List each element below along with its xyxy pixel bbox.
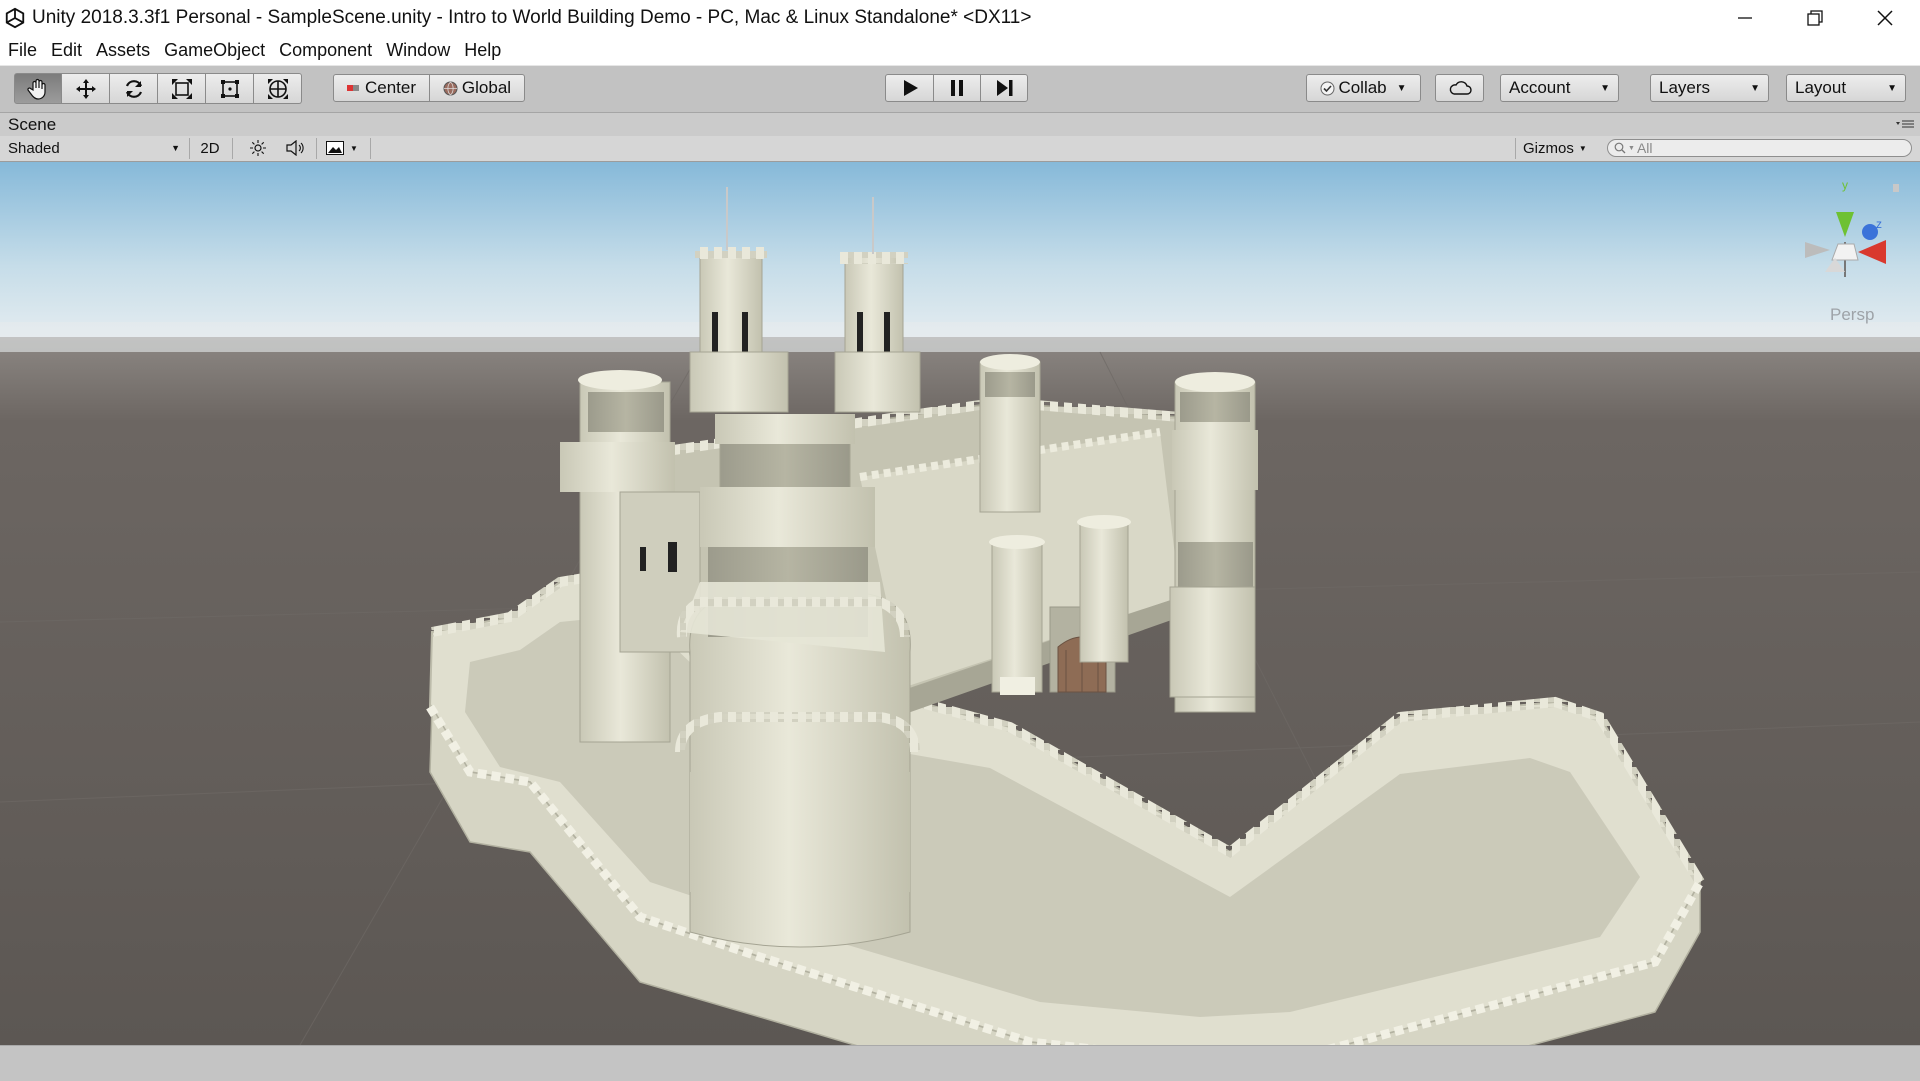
close-button[interactable] bbox=[1850, 0, 1920, 35]
menu-component[interactable]: Component bbox=[272, 40, 379, 61]
divider bbox=[189, 138, 190, 159]
menu-assets[interactable]: Assets bbox=[89, 40, 157, 61]
layers-dropdown[interactable]: Layers ▼ bbox=[1650, 74, 1769, 102]
cloud-button[interactable] bbox=[1435, 74, 1484, 102]
transform-tool-button[interactable] bbox=[254, 73, 302, 104]
hand-tool-button[interactable] bbox=[14, 73, 62, 104]
chevron-down-icon: ▼ bbox=[1396, 82, 1407, 94]
scene-toolbar: Shaded ▼ 2D ▼ Gizmos ▼ ▼ All bbox=[0, 136, 1920, 162]
pivot-center-icon bbox=[346, 85, 359, 91]
gizmos-label: Gizmos bbox=[1523, 139, 1574, 157]
effects-dropdown[interactable]: ▼ bbox=[326, 138, 366, 158]
pivot-mode-label: Center bbox=[364, 78, 417, 97]
layout-dropdown[interactable]: Layout ▼ bbox=[1786, 74, 1906, 102]
search-placeholder: All bbox=[1636, 140, 1653, 156]
chevron-down-icon: ▼ bbox=[171, 143, 180, 153]
gizmo-z-label: z bbox=[1876, 217, 1882, 231]
search-icon bbox=[1614, 142, 1626, 154]
middle-tower bbox=[979, 354, 1041, 513]
menu-edit[interactable]: Edit bbox=[44, 40, 89, 61]
move-tool-button[interactable] bbox=[62, 73, 110, 104]
image-icon bbox=[326, 141, 344, 155]
pivot-rotation-label: Global bbox=[461, 78, 512, 97]
pause-icon bbox=[951, 80, 963, 96]
transform-icon bbox=[267, 78, 288, 99]
rotate-icon bbox=[125, 79, 142, 98]
account-dropdown[interactable]: Account ▼ bbox=[1500, 74, 1619, 102]
play-button[interactable] bbox=[885, 74, 934, 102]
projection-label[interactable]: Persp bbox=[1830, 305, 1874, 325]
account-label: Account bbox=[1509, 78, 1571, 97]
draw-mode-dropdown[interactable]: Shaded ▼ bbox=[8, 138, 180, 158]
chevron-down-icon: ▼ bbox=[1628, 144, 1635, 152]
main-toolbar: Center Global Collab ▼ Account ▼ Layers … bbox=[0, 66, 1920, 113]
menu-window[interactable]: Window bbox=[379, 40, 457, 61]
restore-button[interactable] bbox=[1780, 0, 1850, 35]
tab-menu-icon[interactable] bbox=[1896, 119, 1914, 131]
chevron-down-icon: ▼ bbox=[1750, 82, 1760, 94]
move-icon bbox=[75, 78, 96, 99]
pause-button[interactable] bbox=[933, 74, 981, 102]
status-bar bbox=[0, 1045, 1920, 1081]
divider bbox=[370, 138, 371, 159]
restore-icon bbox=[1807, 9, 1823, 26]
chevron-down-icon: ▼ bbox=[1578, 143, 1587, 153]
rect-transform-icon bbox=[220, 79, 239, 98]
pivot-rotation-button[interactable]: Global bbox=[429, 74, 525, 102]
menu-help[interactable]: Help bbox=[457, 40, 508, 61]
check-circle-icon bbox=[1320, 81, 1335, 95]
sun-icon bbox=[250, 140, 266, 156]
scene-viewport[interactable]: y z Persp bbox=[0, 162, 1920, 1045]
rotate-tool-button[interactable] bbox=[110, 73, 158, 104]
chevron-down-icon: ▼ bbox=[350, 143, 358, 153]
play-icon bbox=[903, 80, 918, 96]
scale-tool-button[interactable] bbox=[158, 73, 206, 104]
step-button[interactable] bbox=[980, 74, 1028, 102]
divider bbox=[232, 138, 233, 159]
chevron-down-icon: ▼ bbox=[1600, 82, 1610, 94]
rect-tool-button[interactable] bbox=[206, 73, 254, 104]
minimize-button[interactable] bbox=[1710, 0, 1780, 35]
collab-button[interactable]: Collab ▼ bbox=[1306, 74, 1421, 102]
globe-icon bbox=[443, 81, 458, 95]
menu-gameobject[interactable]: GameObject bbox=[157, 40, 272, 61]
gizmos-dropdown[interactable]: Gizmos ▼ bbox=[1523, 138, 1593, 158]
audio-toggle[interactable] bbox=[285, 138, 307, 158]
window-title: Unity 2018.3.3f1 Personal - SampleScene.… bbox=[32, 6, 1032, 28]
minimize-icon bbox=[1738, 16, 1752, 19]
unity-logo-icon bbox=[5, 7, 25, 28]
lighting-toggle[interactable] bbox=[248, 138, 268, 158]
menu-bar: File Edit Assets GameObject Component Wi… bbox=[0, 35, 1920, 66]
gizmo-y-label: y bbox=[1842, 178, 1848, 192]
draw-mode-label: Shaded bbox=[8, 139, 60, 157]
chevron-down-icon: ▼ bbox=[1887, 82, 1897, 94]
layers-label: Layers bbox=[1659, 78, 1711, 97]
scene-search-field[interactable]: ▼ All bbox=[1607, 139, 1912, 157]
speaker-icon bbox=[286, 140, 304, 156]
transform-tools bbox=[14, 73, 302, 104]
hand-icon bbox=[27, 78, 46, 100]
collab-label: Collab bbox=[1338, 78, 1387, 97]
menu-file[interactable]: File bbox=[0, 40, 44, 61]
scene-tab[interactable]: Scene bbox=[8, 115, 56, 135]
close-icon bbox=[1877, 9, 1893, 26]
lock-icon[interactable] bbox=[1893, 184, 1899, 192]
divider bbox=[1515, 138, 1516, 159]
2d-label: 2D bbox=[200, 139, 220, 157]
cloud-icon bbox=[1449, 81, 1472, 95]
layout-label: Layout bbox=[1795, 78, 1847, 97]
2d-toggle[interactable]: 2D bbox=[197, 138, 223, 158]
scale-icon bbox=[171, 78, 192, 99]
divider bbox=[316, 138, 317, 159]
scene-tab-header: Scene bbox=[0, 113, 1920, 136]
step-icon bbox=[997, 80, 1013, 96]
title-bar: Unity 2018.3.3f1 Personal - SampleScene.… bbox=[0, 0, 1920, 35]
right-tower bbox=[1169, 372, 1258, 713]
pivot-mode-button[interactable]: Center bbox=[333, 74, 430, 102]
scene-render: y z bbox=[0, 162, 1920, 1045]
